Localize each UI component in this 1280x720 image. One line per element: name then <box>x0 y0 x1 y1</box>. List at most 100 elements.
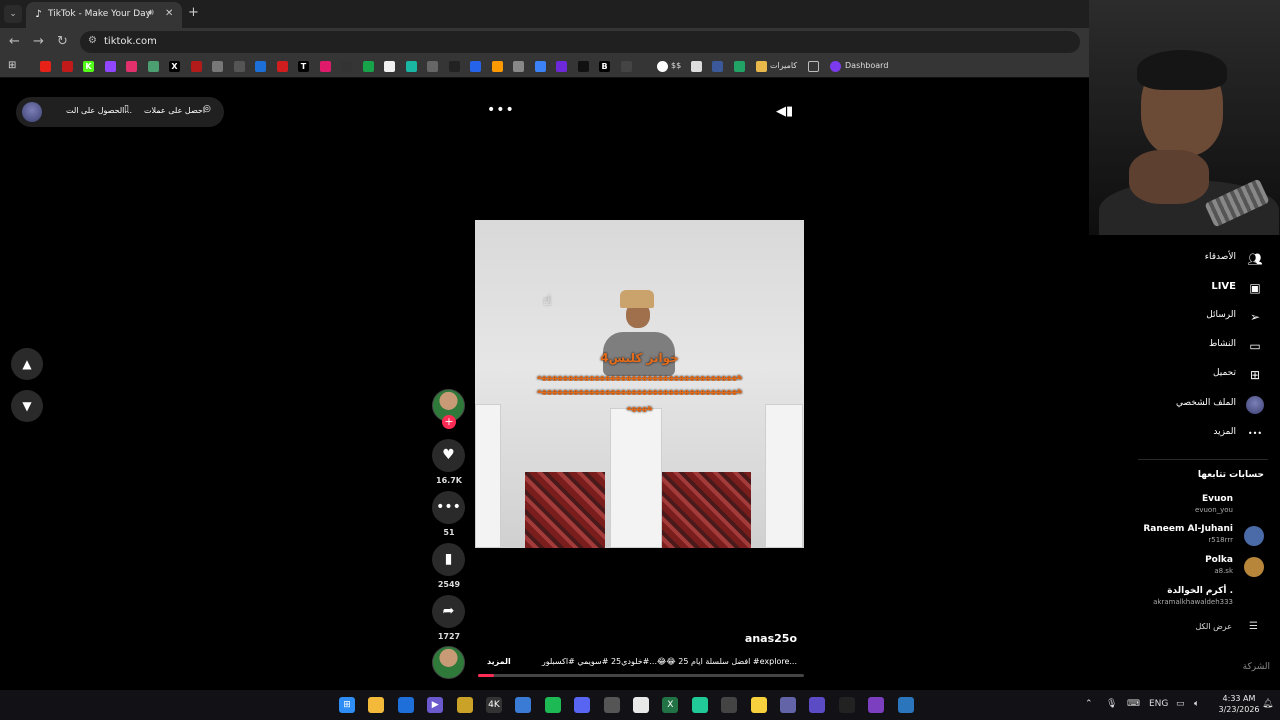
sticky-notes-icon[interactable] <box>750 697 767 713</box>
gray-icon[interactable] <box>212 61 223 72</box>
purple-app-icon[interactable] <box>868 697 885 713</box>
chrome-icon[interactable] <box>633 697 649 713</box>
kick-icon[interactable]: K <box>83 61 94 72</box>
account-name[interactable]: Evuon <box>1202 494 1233 504</box>
network-icon[interactable]: ▭ <box>1176 699 1185 709</box>
new-tab-icon[interactable]: + <box>188 5 199 20</box>
speaker-icon[interactable]: 🔈︎ <box>1194 699 1199 709</box>
teal-icon[interactable] <box>405 61 417 72</box>
next-video-button[interactable]: ▼ <box>11 390 43 422</box>
comment-button[interactable]: ••• <box>432 491 465 524</box>
window-app-icon[interactable] <box>809 697 826 713</box>
account-name[interactable]: أكرم الخوالدة . <box>1167 586 1233 596</box>
discord-icon[interactable] <box>574 697 591 713</box>
green-circle-icon[interactable] <box>362 61 374 72</box>
blue-icon[interactable] <box>255 61 266 72</box>
folder-icon[interactable] <box>756 61 767 72</box>
windows-start-icon[interactable]: ⊞ <box>339 697 355 713</box>
speed-icon[interactable] <box>603 697 620 713</box>
mail-icon[interactable] <box>397 697 414 713</box>
browser-tab[interactable]: ♪ TikTok - Make Your Day 🔊︎ ✕ <box>26 2 182 28</box>
pink-icon[interactable] <box>319 61 331 72</box>
green-app-icon[interactable] <box>691 697 708 713</box>
more-link[interactable]: المزيد <box>487 657 511 666</box>
folder-outline-icon[interactable] <box>808 61 819 72</box>
twitch-icon[interactable] <box>104 61 116 72</box>
close-icon[interactable]: ✕ <box>165 8 173 19</box>
account-name[interactable]: Polka <box>1205 555 1233 565</box>
notification-icon[interactable]: 🔔︎ <box>1262 699 1273 709</box>
tab-search-icon[interactable]: ⌄ <box>4 5 22 23</box>
video-player[interactable]: خوانز كلبس4 هههههههههههههههههههههههههههه… <box>475 220 804 548</box>
4k-icon[interactable]: 4K <box>486 697 502 713</box>
dashboard-icon[interactable] <box>830 61 841 72</box>
video-progress-bar[interactable] <box>478 674 804 677</box>
bookmark-dollar[interactable]: $$ <box>671 61 681 70</box>
red-icon[interactable] <box>61 61 73 72</box>
shield-icon[interactable] <box>712 61 723 72</box>
reload-icon[interactable]: ↻ <box>57 34 68 50</box>
purple-icon[interactable] <box>556 61 567 72</box>
b-icon[interactable]: B <box>599 61 610 72</box>
blue-icon-2[interactable] <box>470 61 481 72</box>
chevron-up-icon[interactable]: ⌃ <box>1085 699 1093 709</box>
red-icon-2[interactable] <box>190 61 202 72</box>
x-icon[interactable]: X <box>169 61 180 72</box>
get-coins-link[interactable]: احصل على عملات <box>144 106 205 115</box>
spotify-icon[interactable] <box>544 697 561 713</box>
account-name[interactable]: Raneem Al-Juhani <box>1143 524 1233 534</box>
excel-icon[interactable] <box>734 61 745 72</box>
sidebar-item-5[interactable]: تحميل ⊞ <box>1130 364 1268 386</box>
address-bar[interactable]: ⚙ tiktok.com <box>80 31 1080 53</box>
red-pin-icon[interactable] <box>276 61 288 72</box>
language-indicator[interactable]: ENG <box>1149 699 1168 709</box>
previous-video-button[interactable]: ▲ <box>11 348 43 380</box>
steam-icon[interactable] <box>721 697 738 713</box>
dots-icon[interactable] <box>620 61 632 72</box>
link-icon[interactable] <box>233 61 245 72</box>
steam-app-icon[interactable] <box>897 697 914 713</box>
save-button[interactable]: ▮ <box>432 543 465 576</box>
sidebar-item-3[interactable]: الرسائل ➢ <box>1130 306 1268 328</box>
instagram-icon[interactable] <box>126 61 137 72</box>
like-button[interactable]: ♥ <box>432 439 465 472</box>
sidebar-item-7[interactable]: المزيد ••• <box>1130 423 1268 445</box>
speaker-icon[interactable]: 🔊︎ <box>148 8 154 18</box>
more-options-icon[interactable]: ••• <box>487 102 515 118</box>
volume-icon[interactable]: ◀▮ <box>776 104 793 119</box>
share-button[interactable]: ➦ <box>432 595 465 628</box>
blue-icon-3[interactable] <box>534 61 546 72</box>
teams-icon[interactable] <box>780 697 796 713</box>
t-icon[interactable]: T <box>298 61 309 72</box>
shield-app-icon[interactable] <box>515 697 532 713</box>
excel-icon[interactable]: X <box>662 697 679 713</box>
back-icon[interactable]: ← <box>9 34 20 50</box>
page-icon[interactable] <box>691 61 702 72</box>
bag-icon[interactable] <box>513 61 524 72</box>
sidebar-item-1[interactable]: الأصدقاء 👥︎ <box>1130 248 1268 270</box>
account-avatar[interactable] <box>1244 557 1264 577</box>
site-info-icon[interactable]: ⚙ <box>88 35 97 46</box>
dark-icon[interactable] <box>448 61 460 72</box>
avatar[interactable] <box>22 102 42 122</box>
bookmark-dashboard[interactable]: Dashboard <box>845 61 888 70</box>
youtube-icon[interactable] <box>40 61 51 72</box>
sidebar-item-4[interactable]: النشاط ▭ <box>1130 335 1268 357</box>
account-avatar[interactable] <box>1244 526 1264 546</box>
chrome-like-icon[interactable] <box>341 61 352 72</box>
black-icon[interactable] <box>577 61 589 72</box>
doc-icon[interactable] <box>384 61 395 72</box>
company-link[interactable]: الشركة <box>1243 662 1270 672</box>
see-all-link[interactable]: عرض الكل <box>1195 622 1232 631</box>
forward-icon[interactable]: → <box>33 34 44 50</box>
apps-grid-icon[interactable]: ⊞ <box>8 60 16 71</box>
green-icon[interactable] <box>147 61 159 72</box>
mic-icon[interactable]: 🎙︎ <box>1106 699 1117 709</box>
clock[interactable]: 4:33 AM 3/23/2026 <box>1218 693 1260 715</box>
keyboard-icon[interactable]: ⌨ <box>1127 699 1140 709</box>
get-app-link[interactable]: الحصول على الت... <box>66 106 132 115</box>
follow-plus-icon[interactable]: + <box>442 415 456 429</box>
dark-app-icon[interactable] <box>838 697 855 713</box>
sidebar-item-6[interactable]: الملف الشخصي <box>1130 394 1268 416</box>
amazon-icon[interactable] <box>491 61 503 72</box>
